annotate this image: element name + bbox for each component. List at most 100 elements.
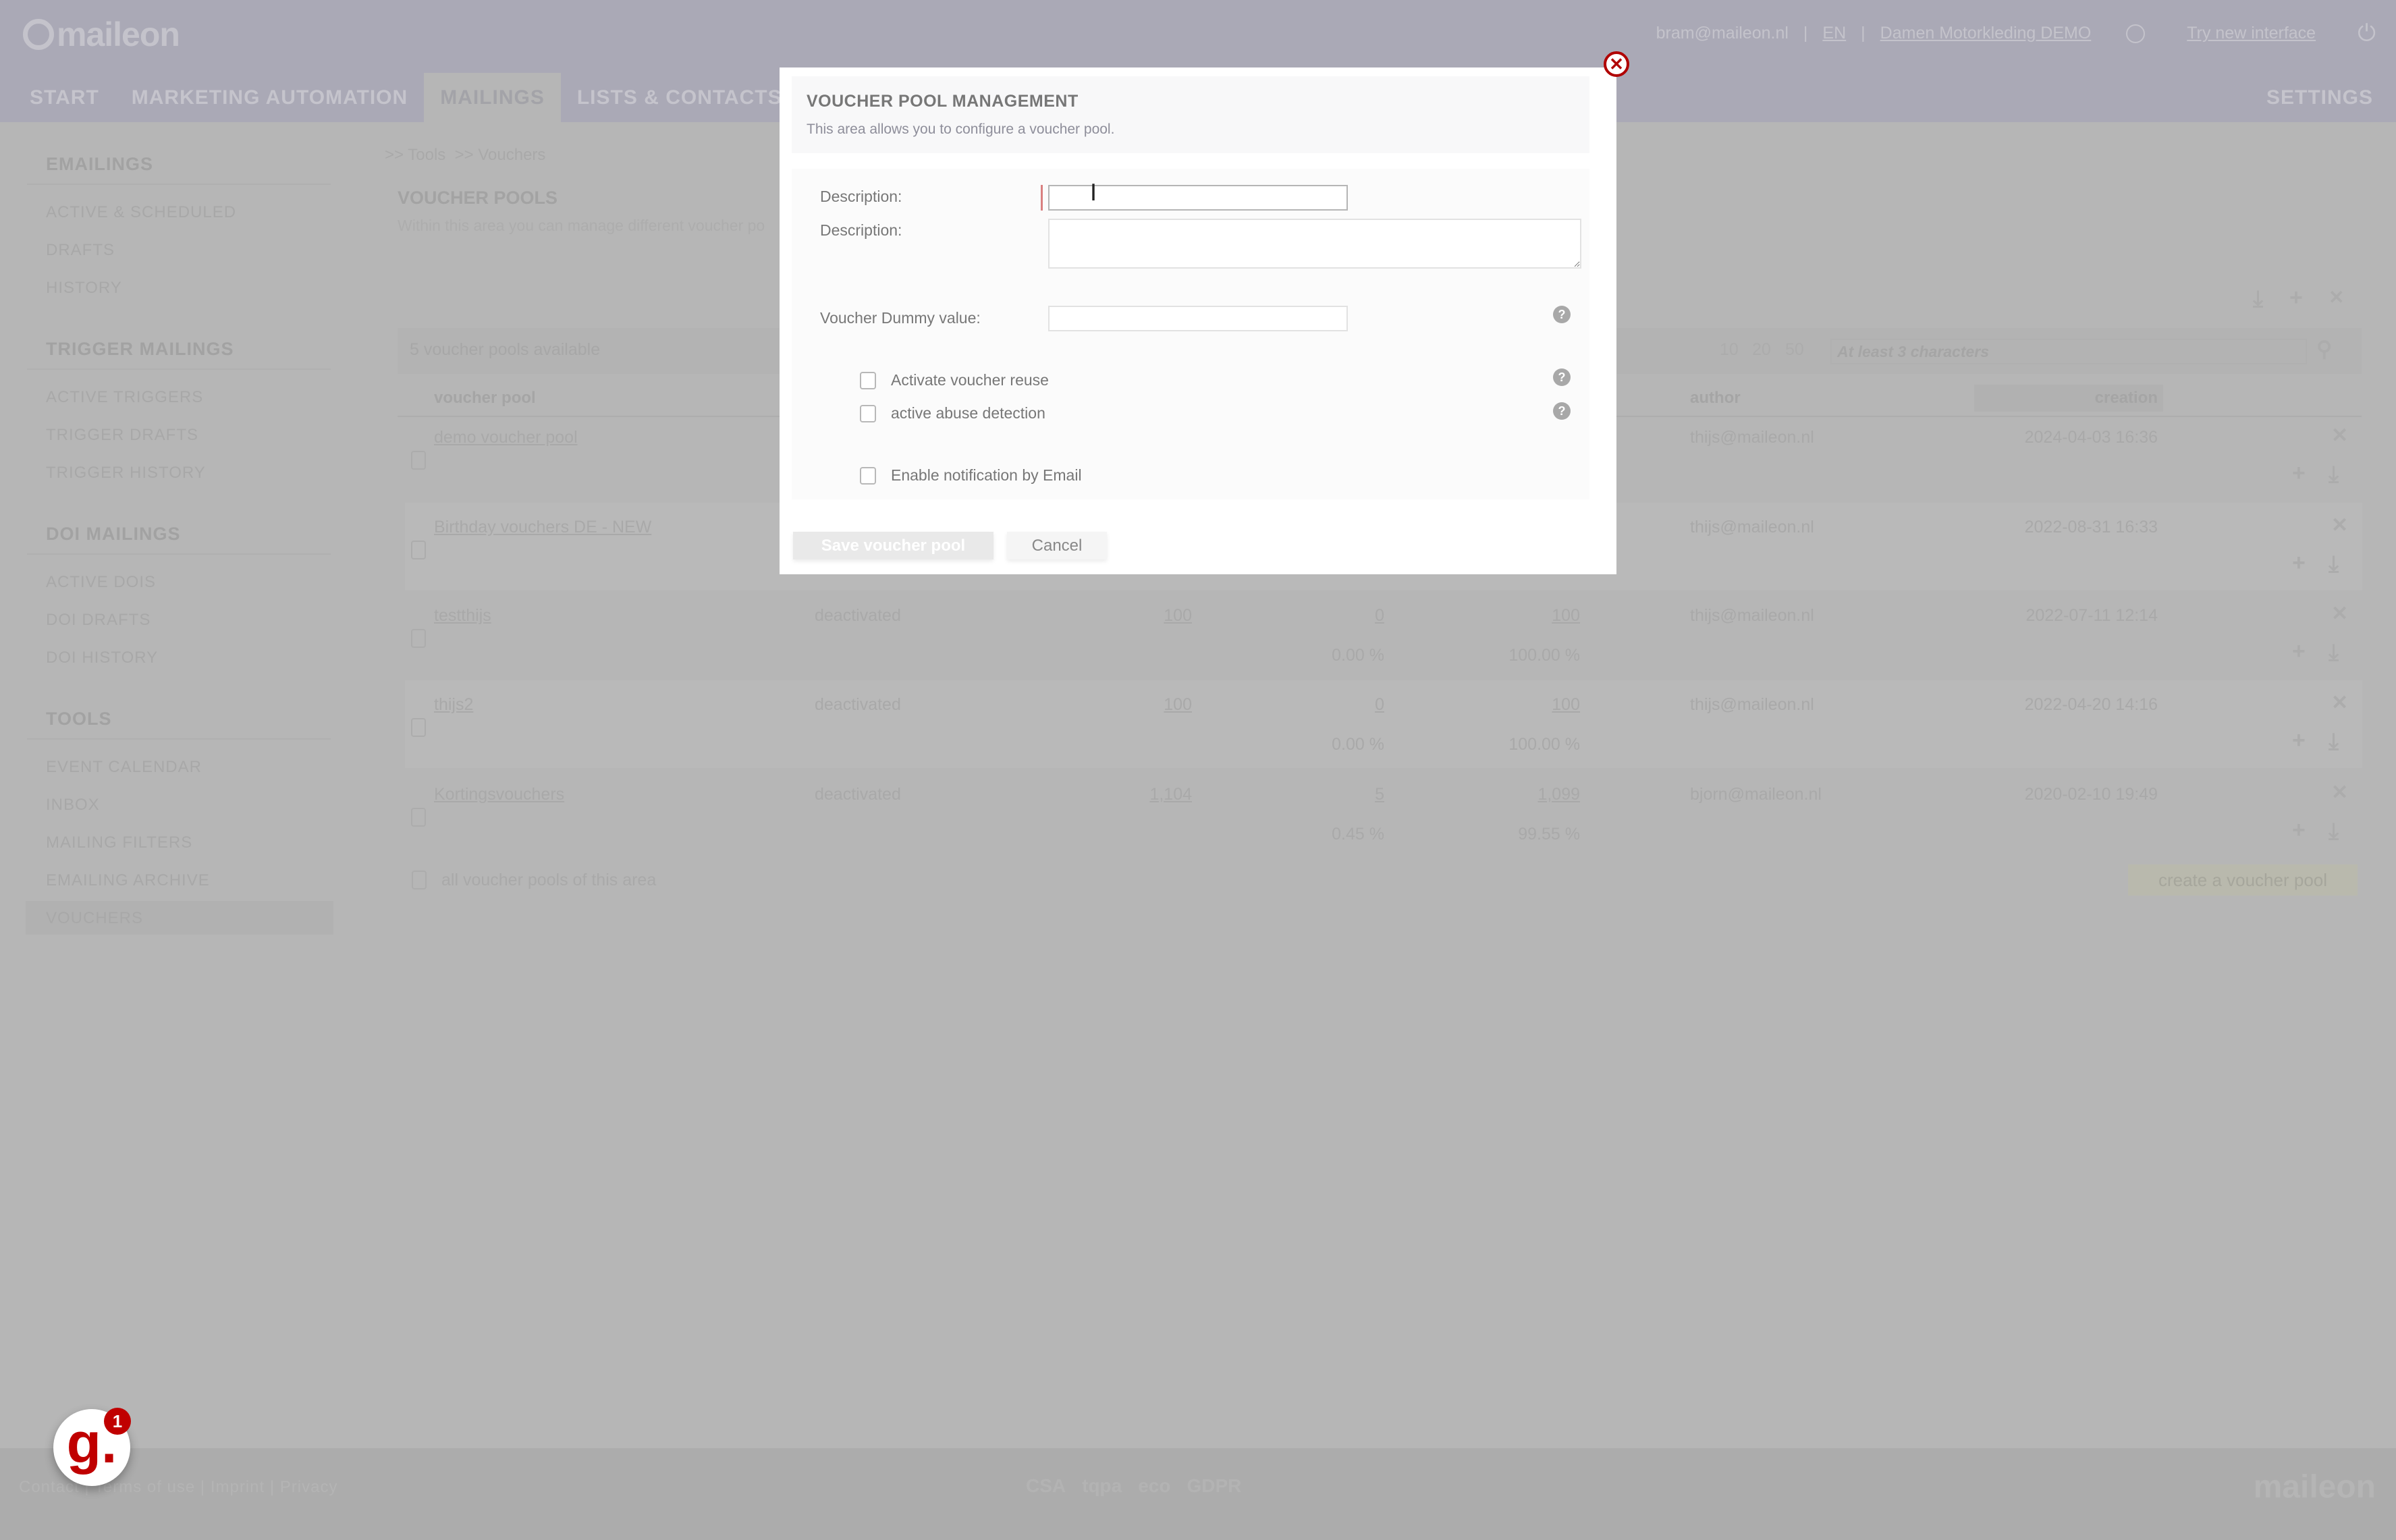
row-checkbox[interactable]: [411, 629, 426, 648]
cancel-button[interactable]: Cancel: [1007, 532, 1107, 559]
sidebar-item-inbox[interactable]: INBOX: [46, 796, 100, 815]
sidebar-item-doi-drafts[interactable]: DOI DRAFTS: [46, 611, 151, 630]
dummy-value-input[interactable]: [1048, 306, 1348, 331]
delete-icon[interactable]: ✕: [2331, 691, 2348, 715]
sidebar-item-active-dois[interactable]: ACTIVE DOIS: [46, 573, 156, 592]
download-icon[interactable]: ⤓: [2329, 729, 2339, 755]
breadcrumb-tools[interactable]: >> Tools: [385, 146, 445, 164]
author-text: thijs@maileon.nl: [1690, 518, 1814, 537]
footer-contact[interactable]: Contact: [19, 1478, 80, 1496]
delete-icon[interactable]: ✕: [2331, 602, 2348, 626]
power-icon[interactable]: ⏻: [2358, 20, 2376, 47]
column-header-creation[interactable]: creation: [1974, 389, 2158, 408]
sidebar-item-mailing-filters[interactable]: MAILING FILTERS: [46, 833, 192, 852]
language-link[interactable]: EN: [1822, 24, 1846, 43]
download-icon[interactable]: ⤓: [2329, 640, 2339, 666]
voucher-pool-name-link[interactable]: thijs2: [434, 695, 473, 715]
sidebar-item-trigger-history[interactable]: TRIGGER HISTORY: [46, 464, 206, 483]
column-header-author[interactable]: author: [1690, 389, 1741, 408]
sidebar-item-emailing-archive[interactable]: EMAILING ARCHIVE: [46, 871, 210, 890]
total-vouchers-link[interactable]: 100: [1057, 695, 1192, 715]
delete-icon[interactable]: ✕: [2331, 781, 2348, 804]
row-checkbox[interactable]: [411, 718, 426, 737]
create-voucher-pool-button[interactable]: create a voucher pool: [2128, 864, 2358, 896]
plus-icon[interactable]: +: [2289, 285, 2303, 311]
nav-mailings[interactable]: MAILINGS: [424, 73, 561, 122]
creation-date: 2022-07-11 12:14: [2025, 606, 2158, 625]
footer-privacy[interactable]: Privacy: [280, 1478, 338, 1496]
description-textarea[interactable]: [1048, 219, 1581, 269]
description-label: Description:: [820, 221, 902, 239]
breadcrumb-vouchers[interactable]: >> Vouchers: [455, 146, 546, 164]
email-notification-checkbox[interactable]: [860, 467, 876, 485]
sidebar-item-drafts[interactable]: DRAFTS: [46, 241, 115, 260]
voucher-pool-name-link[interactable]: Kortingsvouchers: [434, 785, 564, 804]
add-vouchers-icon[interactable]: +: [2292, 638, 2306, 665]
close-x-icon[interactable]: ✕: [2329, 286, 2344, 308]
row-checkbox[interactable]: [411, 451, 426, 470]
sidebar-item-active-triggers[interactable]: ACTIVE TRIGGERS: [46, 388, 203, 407]
row-checkbox[interactable]: [411, 541, 426, 559]
download-icon[interactable]: ⤓: [2253, 286, 2263, 312]
logo-text: maileon: [57, 16, 180, 53]
add-vouchers-icon[interactable]: +: [2292, 550, 2306, 576]
help-icon[interactable]: ?: [1553, 402, 1571, 420]
download-icon[interactable]: ⤓: [2329, 462, 2339, 488]
remaining-percentage: 100.00 %: [1508, 646, 1580, 665]
dialog-subtitle: This area allows you to configure a vouc…: [807, 121, 1115, 137]
maileon-logo[interactable]: maileon: [23, 15, 180, 54]
nav-marketing-automation[interactable]: MARKETING AUTOMATION: [115, 73, 424, 122]
search-input[interactable]: At least 3 characters: [1830, 339, 2307, 364]
voucher-pool-name-link[interactable]: testthijs: [434, 606, 491, 626]
nav-start[interactable]: START: [13, 73, 115, 122]
voucher-reuse-checkbox[interactable]: [860, 372, 876, 389]
sidebar-item-active-scheduled[interactable]: ACTIVE & SCHEDULED: [46, 203, 236, 222]
used-vouchers-link[interactable]: 0: [1249, 695, 1384, 715]
breadcrumb: >> Tools >> Vouchers: [385, 146, 545, 165]
page-size-10[interactable]: 10: [1720, 340, 1739, 360]
delete-icon[interactable]: ✕: [2331, 424, 2348, 447]
remaining-vouchers-link[interactable]: 100: [1445, 695, 1580, 715]
add-vouchers-icon[interactable]: +: [2292, 817, 2306, 844]
logo-at-icon: [23, 19, 54, 50]
nav-lists-contacts[interactable]: LISTS & CONTACTS: [561, 73, 798, 122]
help-icon[interactable]: ?: [1553, 368, 1571, 386]
sidebar-item-doi-history[interactable]: DOI HISTORY: [46, 649, 158, 667]
sidebar-divider: [27, 368, 331, 370]
voucher-pool-name-link[interactable]: demo voucher pool: [434, 428, 578, 447]
sidebar-item-event-calendar[interactable]: EVENT CALENDAR: [46, 758, 202, 777]
used-vouchers-link[interactable]: 5: [1249, 785, 1384, 804]
sidebar-item-vouchers[interactable]: VOUCHERS: [46, 909, 143, 928]
column-header-voucher-pool[interactable]: voucher pool: [434, 389, 536, 408]
status-text: deactivated: [815, 695, 901, 714]
page-size-50[interactable]: 50: [1785, 340, 1804, 360]
download-icon[interactable]: ⤓: [2329, 551, 2339, 578]
total-vouchers-link[interactable]: 1,104: [1057, 785, 1192, 804]
delete-icon[interactable]: ✕: [2331, 514, 2348, 537]
download-icon[interactable]: ⤓: [2329, 819, 2339, 845]
footer-imprint[interactable]: Imprint: [211, 1478, 265, 1496]
nav-settings[interactable]: SETTINGS: [2266, 73, 2373, 122]
remaining-vouchers-link[interactable]: 100: [1445, 606, 1580, 626]
used-vouchers-link[interactable]: 0: [1249, 606, 1384, 626]
select-all-checkbox[interactable]: [412, 871, 427, 889]
sidebar-item-history[interactable]: HISTORY: [46, 279, 122, 298]
info-icon[interactable]: [2126, 24, 2146, 43]
remaining-vouchers-link[interactable]: 1,099: [1445, 785, 1580, 804]
row-checkbox[interactable]: [411, 808, 426, 827]
add-vouchers-icon[interactable]: +: [2292, 727, 2306, 754]
creation-date: 2022-08-31 16:33: [2024, 518, 2158, 537]
close-dialog-icon[interactable]: ✕: [1604, 51, 1629, 77]
add-vouchers-icon[interactable]: +: [2292, 460, 2306, 487]
abuse-detection-checkbox[interactable]: [860, 405, 876, 422]
sidebar-item-trigger-drafts[interactable]: TRIGGER DRAFTS: [46, 426, 198, 445]
page-subtitle: Within this area you can manage differen…: [398, 217, 765, 234]
search-icon[interactable]: ⚲: [2316, 336, 2332, 362]
save-voucher-pool-button[interactable]: Save voucher pool: [793, 532, 993, 559]
account-link[interactable]: Damen Motorkleding DEMO: [1880, 24, 2092, 43]
total-vouchers-link[interactable]: 100: [1057, 606, 1192, 626]
page-size-20[interactable]: 20: [1752, 340, 1771, 360]
help-icon[interactable]: ?: [1553, 306, 1571, 323]
try-new-interface-link[interactable]: Try new interface: [2187, 24, 2316, 43]
voucher-pool-name-link[interactable]: Birthday vouchers DE - NEW: [434, 518, 651, 537]
